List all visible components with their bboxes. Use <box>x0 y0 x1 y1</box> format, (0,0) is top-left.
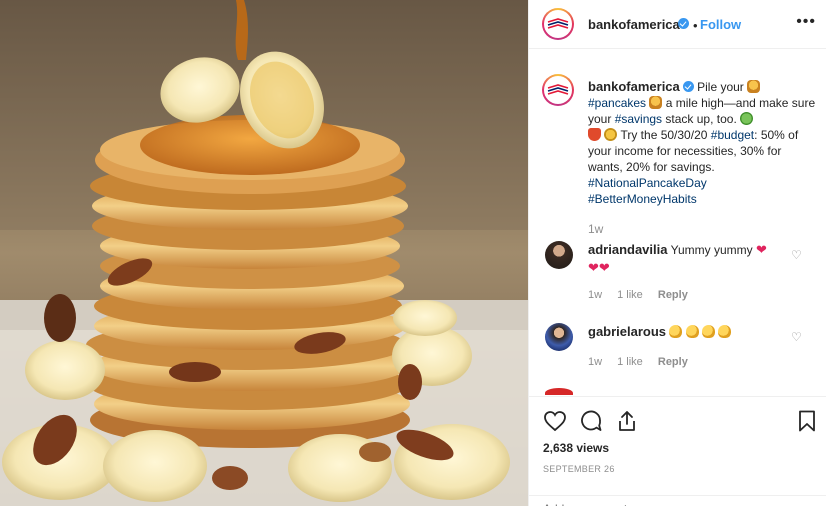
comment-like-icon[interactable]: ♡ <box>791 248 802 262</box>
caption-timestamp[interactable]: 1w <box>588 222 603 236</box>
caption-username[interactable]: bankofamerica <box>588 79 680 94</box>
caption-avatar[interactable] <box>542 74 574 106</box>
post-side-panel: bankofamerica • Follow ••• bankofamerica… <box>528 0 826 506</box>
comment-meta: 1w 1 like Reply <box>588 356 700 368</box>
heart-icon[interactable] <box>543 409 567 433</box>
pancakes-emoji-icon <box>747 80 761 93</box>
commenter-username[interactable]: adriandavilia <box>588 242 667 257</box>
comment-likes[interactable]: 1 like <box>617 289 643 301</box>
commenter-username[interactable]: gabrielarous <box>588 324 666 339</box>
comment-timestamp[interactable]: 1w <box>588 356 602 368</box>
caption-text-part: Pile your <box>697 80 744 94</box>
hashtag-link[interactable]: #savings <box>615 112 662 126</box>
post-actions: 2,638 views SEPTEMBER 26 <box>529 396 826 506</box>
hashtag-link[interactable]: #pancakes <box>588 96 646 110</box>
commenter-avatar[interactable] <box>545 323 573 351</box>
view-count[interactable]: 2,638 views <box>543 441 609 455</box>
caption-text: bankofamerica Pile your #pancakes a mile… <box>588 79 816 207</box>
clapping-hands-emoji-icon <box>718 325 732 338</box>
more-icon[interactable]: ••• <box>796 13 816 31</box>
comment-meta: 1w 1 like Reply <box>588 289 700 301</box>
verified-icon <box>678 18 689 29</box>
hashtag-link[interactable]: #NationalPancakeDay <box>588 176 707 190</box>
add-comment-input[interactable] <box>543 502 743 506</box>
coin-emoji-icon <box>604 128 618 141</box>
separator-dot: • <box>693 18 698 33</box>
follow-button[interactable]: Follow <box>700 17 741 32</box>
clapping-hands-emoji-icon <box>669 325 683 338</box>
money-face-emoji-icon <box>740 112 754 125</box>
red-heart-emoji-icon: ❤ <box>588 260 599 275</box>
add-comment-box <box>529 495 826 506</box>
caption-text-part: stack up, too. <box>665 112 737 126</box>
comments-list[interactable]: bankofamerica Pile your #pancakes a mile… <box>529 50 826 395</box>
clapping-hands-emoji-icon <box>685 325 699 338</box>
emoji-icon <box>588 128 601 141</box>
post-image[interactable] <box>0 0 528 506</box>
reply-button[interactable]: Reply <box>658 356 688 368</box>
share-icon[interactable] <box>615 409 639 433</box>
comment-timestamp[interactable]: 1w <box>588 289 602 301</box>
commenter-avatar[interactable] <box>545 241 573 269</box>
comment-text: adriandavilia Yummy yummy ❤ ❤❤ <box>588 241 778 277</box>
comment-icon[interactable] <box>579 409 603 433</box>
pancakes-emoji-icon <box>649 96 663 109</box>
comment-body: Yummy yummy <box>670 243 753 257</box>
caption-text-part: Try the 50/30/20 <box>620 128 708 142</box>
header-username[interactable]: bankofamerica <box>588 17 680 32</box>
red-heart-emoji-icon: ❤ <box>755 242 767 257</box>
commenter-avatar[interactable] <box>545 388 573 395</box>
avatar[interactable] <box>542 8 574 40</box>
verified-icon <box>682 81 694 92</box>
comment-like-icon[interactable]: ♡ <box>791 330 802 344</box>
comment-text: gabrielarous <box>588 323 778 341</box>
hashtag-link[interactable]: #BetterMoneyHabits <box>588 192 697 206</box>
hashtag-link[interactable]: #budget <box>711 128 754 142</box>
red-heart-emoji-icon: ❤ <box>598 260 610 275</box>
post-header: bankofamerica • Follow ••• <box>529 0 826 49</box>
bookmark-icon[interactable] <box>795 409 819 433</box>
clapping-hands-emoji-icon <box>702 325 716 338</box>
bankofamerica-logo-icon <box>547 18 569 29</box>
comment-likes[interactable]: 1 like <box>617 356 643 368</box>
post-date[interactable]: SEPTEMBER 26 <box>543 464 615 474</box>
pancake-stack-photo <box>0 0 528 506</box>
bankofamerica-logo-icon <box>547 84 569 95</box>
reply-button[interactable]: Reply <box>658 289 688 301</box>
